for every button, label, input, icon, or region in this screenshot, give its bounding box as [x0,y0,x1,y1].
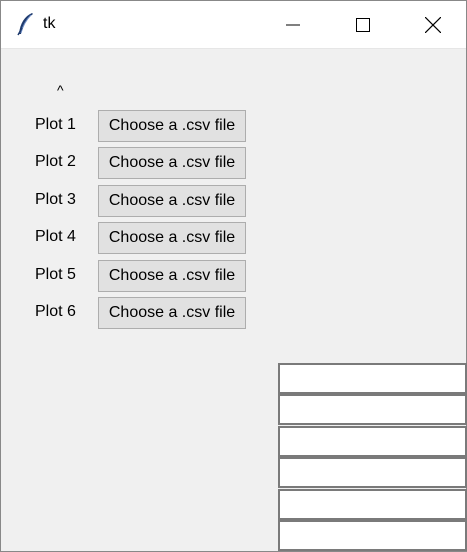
plot-label: Plot 4 [35,228,76,245]
plot-label: Plot 6 [35,303,76,320]
minimize-icon [286,24,300,26]
plot-label: Plot 2 [35,153,76,170]
main-content: ^ Plot 1 Choose a .csv file Plot 2 Choos… [1,49,467,551]
entry-field-4[interactable] [278,457,467,488]
plot-row-3: Plot 3 Choose a .csv file [1,185,261,217]
plot-row-5: Plot 5 Choose a .csv file [1,260,261,292]
app-window: tk ^ Plot 1 Choose a .csv file Plot 2 Ch [0,0,467,552]
minimize-button[interactable] [258,1,328,49]
choose-csv-button-2[interactable]: Choose a .csv file [98,147,246,179]
title-bar[interactable]: tk [1,1,466,49]
plot-label: Plot 3 [35,191,76,208]
choose-csv-button-1[interactable]: Choose a .csv file [98,110,246,142]
feather-icon [17,13,33,36]
entry-field-6[interactable] [278,520,467,551]
choose-csv-button-5[interactable]: Choose a .csv file [98,260,246,292]
plot-label: Plot 5 [35,266,76,283]
choose-csv-button-6[interactable]: Choose a .csv file [98,297,246,329]
entry-field-1[interactable] [278,363,467,394]
plot-row-4: Plot 4 Choose a .csv file [1,222,261,254]
window-title: tk [43,15,56,32]
plot-row-1: Plot 1 Choose a .csv file [1,110,261,142]
plot-row-6: Plot 6 Choose a .csv file [1,297,261,329]
entry-field-2[interactable] [278,394,467,425]
maximize-button[interactable] [328,1,398,49]
caret-label: ^ [57,82,64,98]
close-button[interactable] [398,1,467,49]
maximize-icon [356,18,370,32]
close-icon [425,17,441,33]
choose-csv-button-4[interactable]: Choose a .csv file [98,222,246,254]
plot-row-2: Plot 2 Choose a .csv file [1,147,261,179]
choose-csv-button-3[interactable]: Choose a .csv file [98,185,246,217]
plot-label: Plot 1 [35,116,76,133]
entry-field-5[interactable] [278,489,467,520]
entry-field-3[interactable] [278,426,467,457]
